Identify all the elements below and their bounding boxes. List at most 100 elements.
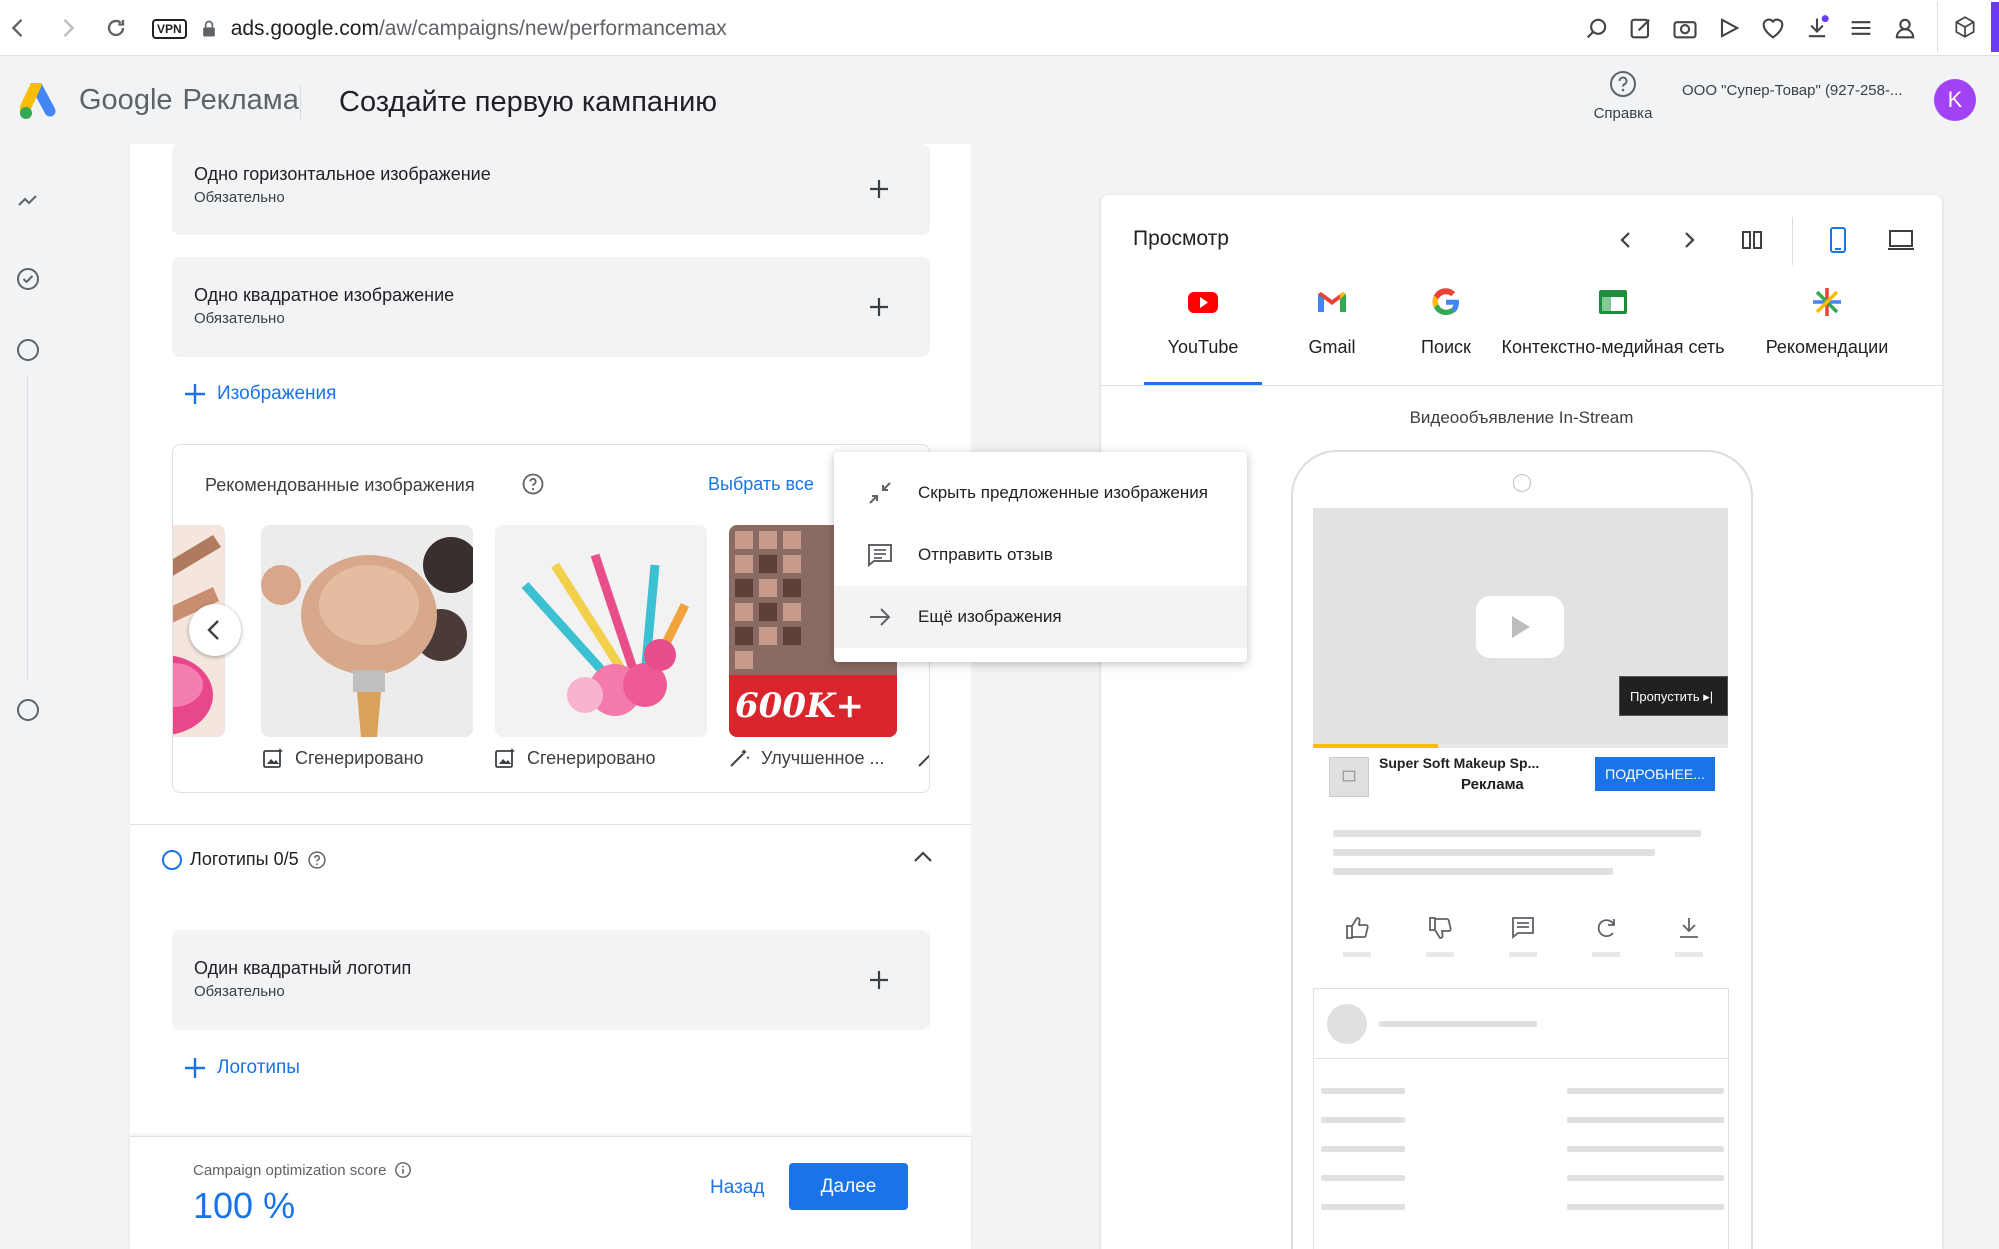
- discover-icon: [1810, 285, 1844, 319]
- profile-icon[interactable]: [1891, 14, 1919, 42]
- placeholder-line: [1321, 1175, 1405, 1181]
- browser-back-icon[interactable]: [4, 14, 32, 42]
- browser-reload-icon[interactable]: [102, 14, 130, 42]
- display-network-icon: [1596, 285, 1630, 319]
- menu-item-send-feedback[interactable]: Отправить отзыв: [834, 524, 1247, 586]
- channel-label: Контекстно-медийная сеть: [1501, 337, 1725, 357]
- share-icon[interactable]: [1592, 914, 1620, 942]
- address-bar[interactable]: VPN ads.google.com/aw/campaigns/new/perf…: [152, 14, 727, 44]
- add-icon[interactable]: [866, 294, 892, 320]
- cta-button[interactable]: ПОДРОБНЕЕ...: [1595, 757, 1715, 791]
- grid-view-icon[interactable]: [1737, 225, 1767, 255]
- channel-label: Рекомендации: [1765, 337, 1889, 357]
- search-tab-icon[interactable]: [1583, 14, 1611, 42]
- add-images-link[interactable]: Изображения: [183, 382, 336, 406]
- browser-forward-icon[interactable]: [54, 14, 82, 42]
- like-icon[interactable]: [1343, 914, 1371, 942]
- add-logos-link[interactable]: Логотипы: [183, 1056, 300, 1080]
- google-ads-logo-icon[interactable]: [20, 83, 64, 121]
- camera-icon[interactable]: [1671, 14, 1699, 42]
- chevron-left-icon[interactable]: [1611, 225, 1641, 255]
- phone-border: [1728, 988, 1729, 1249]
- channel-tab-search[interactable]: Поиск: [1404, 285, 1488, 358]
- url-path[interactable]: /aw/campaigns/new/performancemax: [379, 17, 727, 40]
- placeholder-line: [1321, 1088, 1405, 1094]
- header-divider: [300, 85, 301, 121]
- edit-icon[interactable]: [1627, 14, 1655, 42]
- add-icon[interactable]: [866, 967, 892, 993]
- chevron-right-icon[interactable]: [1674, 225, 1704, 255]
- account-name[interactable]: ООО "Супер-Товар" (927-258-...: [1682, 82, 1902, 99]
- placeholder-line: [1379, 1021, 1537, 1027]
- step-pending-icon[interactable]: [14, 696, 42, 724]
- carousel-prev-button[interactable]: [189, 604, 241, 656]
- channel-tab-youtube[interactable]: YouTube: [1155, 285, 1251, 358]
- skip-label: Пропустить: [1630, 689, 1700, 704]
- channel-label: Поиск: [1421, 337, 1471, 357]
- image-thumbnail[interactable]: [261, 525, 473, 737]
- help-icon[interactable]: [307, 850, 327, 870]
- video-progress-track: [1438, 744, 1728, 748]
- asset-title: Одно горизонтальное изображение: [194, 164, 491, 184]
- gmail-icon: [1315, 285, 1349, 319]
- help-icon[interactable]: [521, 472, 545, 496]
- mobile-device-icon[interactable]: [1823, 225, 1853, 255]
- play-icon[interactable]: [1476, 596, 1564, 658]
- phone-mockup: Пропустить ▸| Super Soft Makeup Sp... Ре…: [1291, 450, 1753, 1249]
- image-thumbnail[interactable]: [495, 525, 707, 737]
- thumbnail-label: Сгенерировано: [527, 747, 656, 768]
- add-icon[interactable]: [866, 176, 892, 202]
- next-button[interactable]: Далее: [789, 1163, 908, 1210]
- download-icon[interactable]: [1675, 914, 1703, 942]
- placeholder-bar: [1426, 952, 1454, 957]
- download-icon[interactable]: [1803, 14, 1831, 42]
- horizontal-image-card[interactable]: Одно горизонтальное изображение Обязател…: [172, 144, 930, 235]
- step-current-icon[interactable]: [14, 336, 42, 364]
- channel-tab-discover[interactable]: Рекомендации: [1759, 285, 1895, 358]
- dislike-icon[interactable]: [1426, 914, 1454, 942]
- avatar[interactable]: K: [1934, 79, 1976, 121]
- settings-sliders-icon[interactable]: [1847, 14, 1875, 42]
- video-player[interactable]: Пропустить ▸|: [1313, 508, 1728, 744]
- comment-icon[interactable]: [1509, 914, 1537, 942]
- back-button[interactable]: Назад: [710, 1177, 764, 1199]
- ad-headline: Super Soft Makeup Sp...: [1379, 755, 1540, 771]
- video-progress-fill: [1313, 744, 1438, 748]
- placeholder-line: [1321, 1146, 1405, 1152]
- thumbnail-badge: Улучшенное ...: [727, 746, 884, 770]
- heart-icon[interactable]: [1759, 14, 1787, 42]
- channel-tab-gmail[interactable]: Gmail: [1287, 285, 1377, 358]
- extensions-button[interactable]: [1937, 2, 1999, 52]
- help-button[interactable]: Справка: [1590, 69, 1656, 122]
- placeholder-line: [1567, 1204, 1724, 1210]
- lock-icon[interactable]: [199, 18, 219, 40]
- channel-tab-display[interactable]: Контекстно-медийная сеть: [1501, 285, 1725, 358]
- vpn-badge[interactable]: VPN: [152, 19, 187, 39]
- asset-subtitle: Обязательно: [194, 310, 285, 327]
- placeholder-line: [1567, 1117, 1724, 1123]
- magic-wand-icon: [727, 746, 751, 770]
- menu-item-hide-suggested[interactable]: Скрыть предложенные изображения: [834, 462, 1247, 524]
- brand-name[interactable]: Google Реклама: [79, 84, 299, 117]
- logos-section-header[interactable]: Логотипы 0/5: [162, 849, 327, 870]
- help-label: Справка: [1593, 105, 1653, 122]
- arrow-right-icon: [866, 603, 894, 631]
- recommended-images-card: Рекомендованные изображения Выбрать все: [172, 444, 930, 793]
- thumbnail-badge: Сгенерировано: [493, 746, 656, 770]
- logos-status-radio: [162, 849, 182, 870]
- skip-ad-button[interactable]: Пропустить ▸|: [1619, 676, 1728, 716]
- square-logo-card[interactable]: Один квадратный логотип Обязательно: [172, 930, 930, 1030]
- square-image-card[interactable]: Одно квадратное изображение Обязательно: [172, 257, 930, 357]
- desktop-device-icon[interactable]: [1886, 225, 1916, 255]
- generated-icon: [261, 746, 285, 770]
- info-icon[interactable]: [394, 1161, 412, 1179]
- placeholder-line: [1333, 868, 1613, 875]
- menu-item-more-images[interactable]: Ещё изображения: [834, 586, 1247, 648]
- step-complete-icon[interactable]: [14, 265, 42, 293]
- trend-icon[interactable]: [14, 187, 42, 215]
- play-icon[interactable]: [1715, 14, 1743, 42]
- chevron-up-icon[interactable]: [910, 844, 936, 870]
- add-images-label: Изображения: [217, 383, 337, 404]
- url-host[interactable]: ads.google.com: [231, 17, 379, 40]
- select-all-link[interactable]: Выбрать все: [708, 474, 814, 495]
